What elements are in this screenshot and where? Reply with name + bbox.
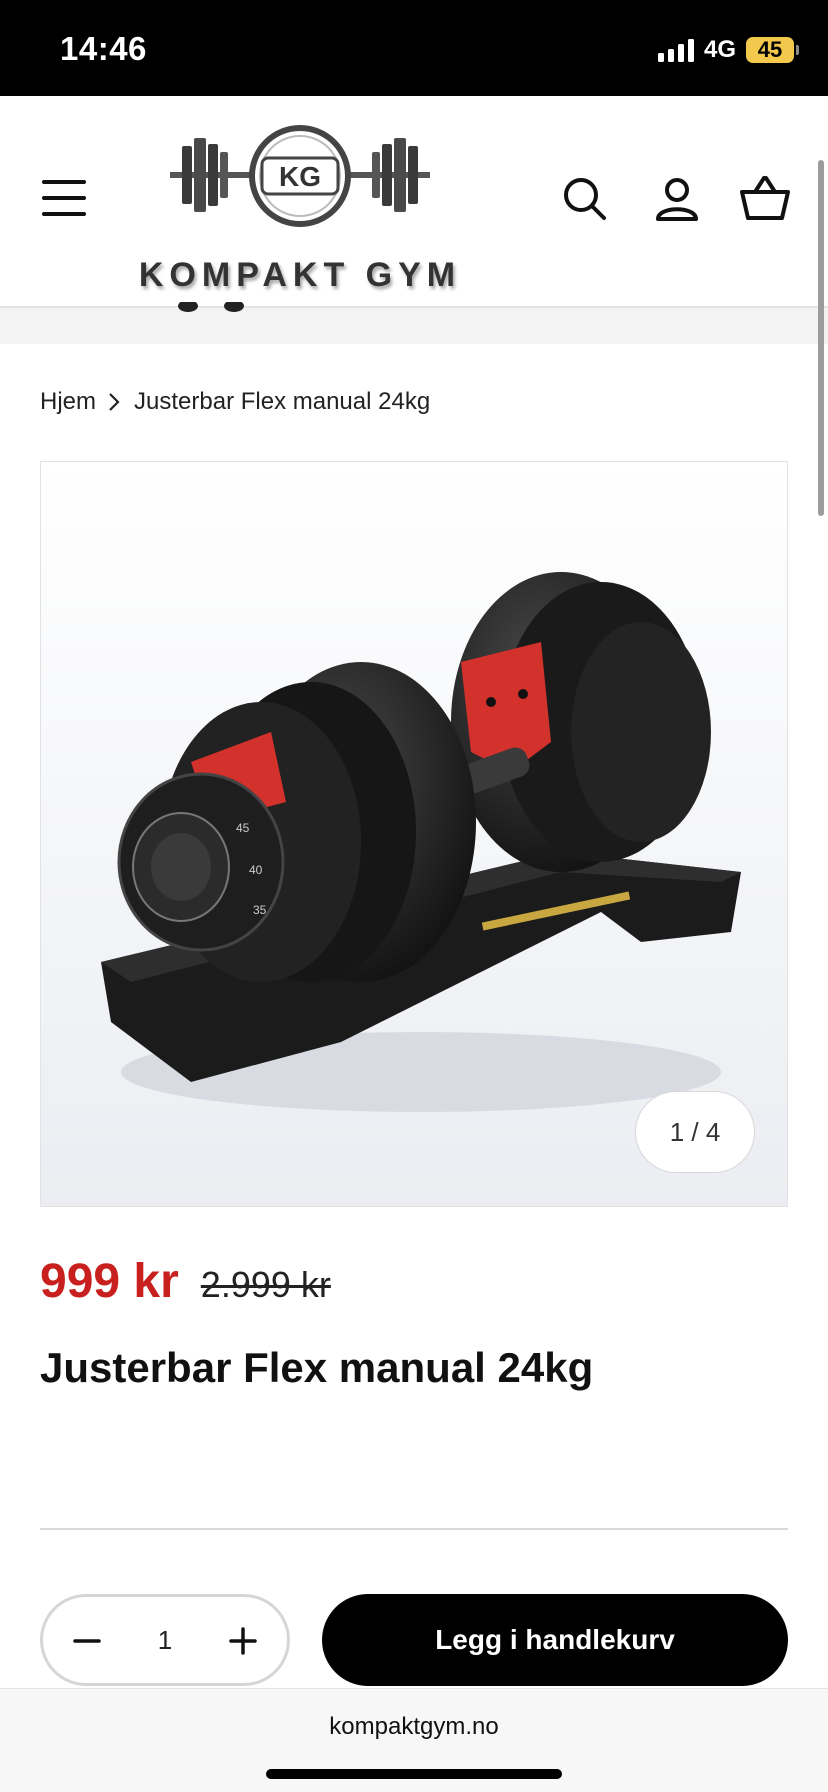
- status-bar: 14:46 4G 45: [0, 0, 828, 96]
- cart-icon[interactable]: [740, 174, 790, 224]
- logo-text: KOMPAKT GYM: [138, 256, 462, 294]
- quantity-stepper: [40, 1594, 290, 1686]
- breadcrumb-home-link[interactable]: Hjem: [40, 388, 96, 416]
- menu-icon[interactable]: [42, 180, 86, 216]
- logo-initials: KG: [279, 161, 321, 192]
- browser-address-bar: kompaktgym.no: [0, 1688, 828, 1792]
- svg-text:45: 45: [236, 821, 250, 835]
- product-title: Justerbar Flex manual 24kg: [40, 1344, 594, 1391]
- site-header: KG KOMPAKT GYM: [0, 96, 828, 308]
- breadcrumb-current: Justerbar Flex manual 24kg: [134, 388, 431, 415]
- home-indicator[interactable]: [266, 1769, 562, 1779]
- signal-icon: [657, 38, 694, 62]
- chevron-right-icon: [109, 393, 120, 411]
- status-time: 14:46: [60, 30, 147, 67]
- scrollbar[interactable]: [818, 160, 824, 516]
- regular-price: 2.999 kr: [200, 1264, 331, 1305]
- network-label: 4G: [703, 36, 736, 63]
- account-icon[interactable]: [652, 174, 702, 224]
- divider: [40, 1528, 788, 1530]
- svg-text:40: 40: [249, 863, 263, 877]
- announcement-bar: [0, 302, 828, 344]
- sale-price: 999 kr: [40, 1255, 179, 1308]
- breadcrumb: Hjem Justerbar Flex manual 24kg: [40, 388, 430, 416]
- svg-text:35: 35: [253, 903, 267, 917]
- url-field[interactable]: kompaktgym.no: [0, 1713, 828, 1741]
- add-to-cart-button[interactable]: Legg i handlekurv: [322, 1594, 788, 1686]
- barbell-logo-icon: KG: [170, 125, 430, 227]
- product-gallery[interactable]: 45 40 35 1 / 4: [40, 461, 788, 1207]
- decrease-quantity-button[interactable]: [65, 1619, 109, 1663]
- search-icon[interactable]: [560, 174, 610, 224]
- image-counter[interactable]: 1 / 4: [635, 1091, 755, 1173]
- status-indicators: 4G 45: [657, 36, 799, 64]
- partial-content-icon: [178, 302, 244, 312]
- increase-quantity-button[interactable]: [221, 1619, 265, 1663]
- quantity-input[interactable]: [123, 1597, 207, 1683]
- price-row: 999 kr 2.999 kr: [40, 1254, 331, 1309]
- logo[interactable]: KG KOMPAKT GYM: [130, 110, 470, 294]
- battery-icon: 45: [746, 37, 799, 63]
